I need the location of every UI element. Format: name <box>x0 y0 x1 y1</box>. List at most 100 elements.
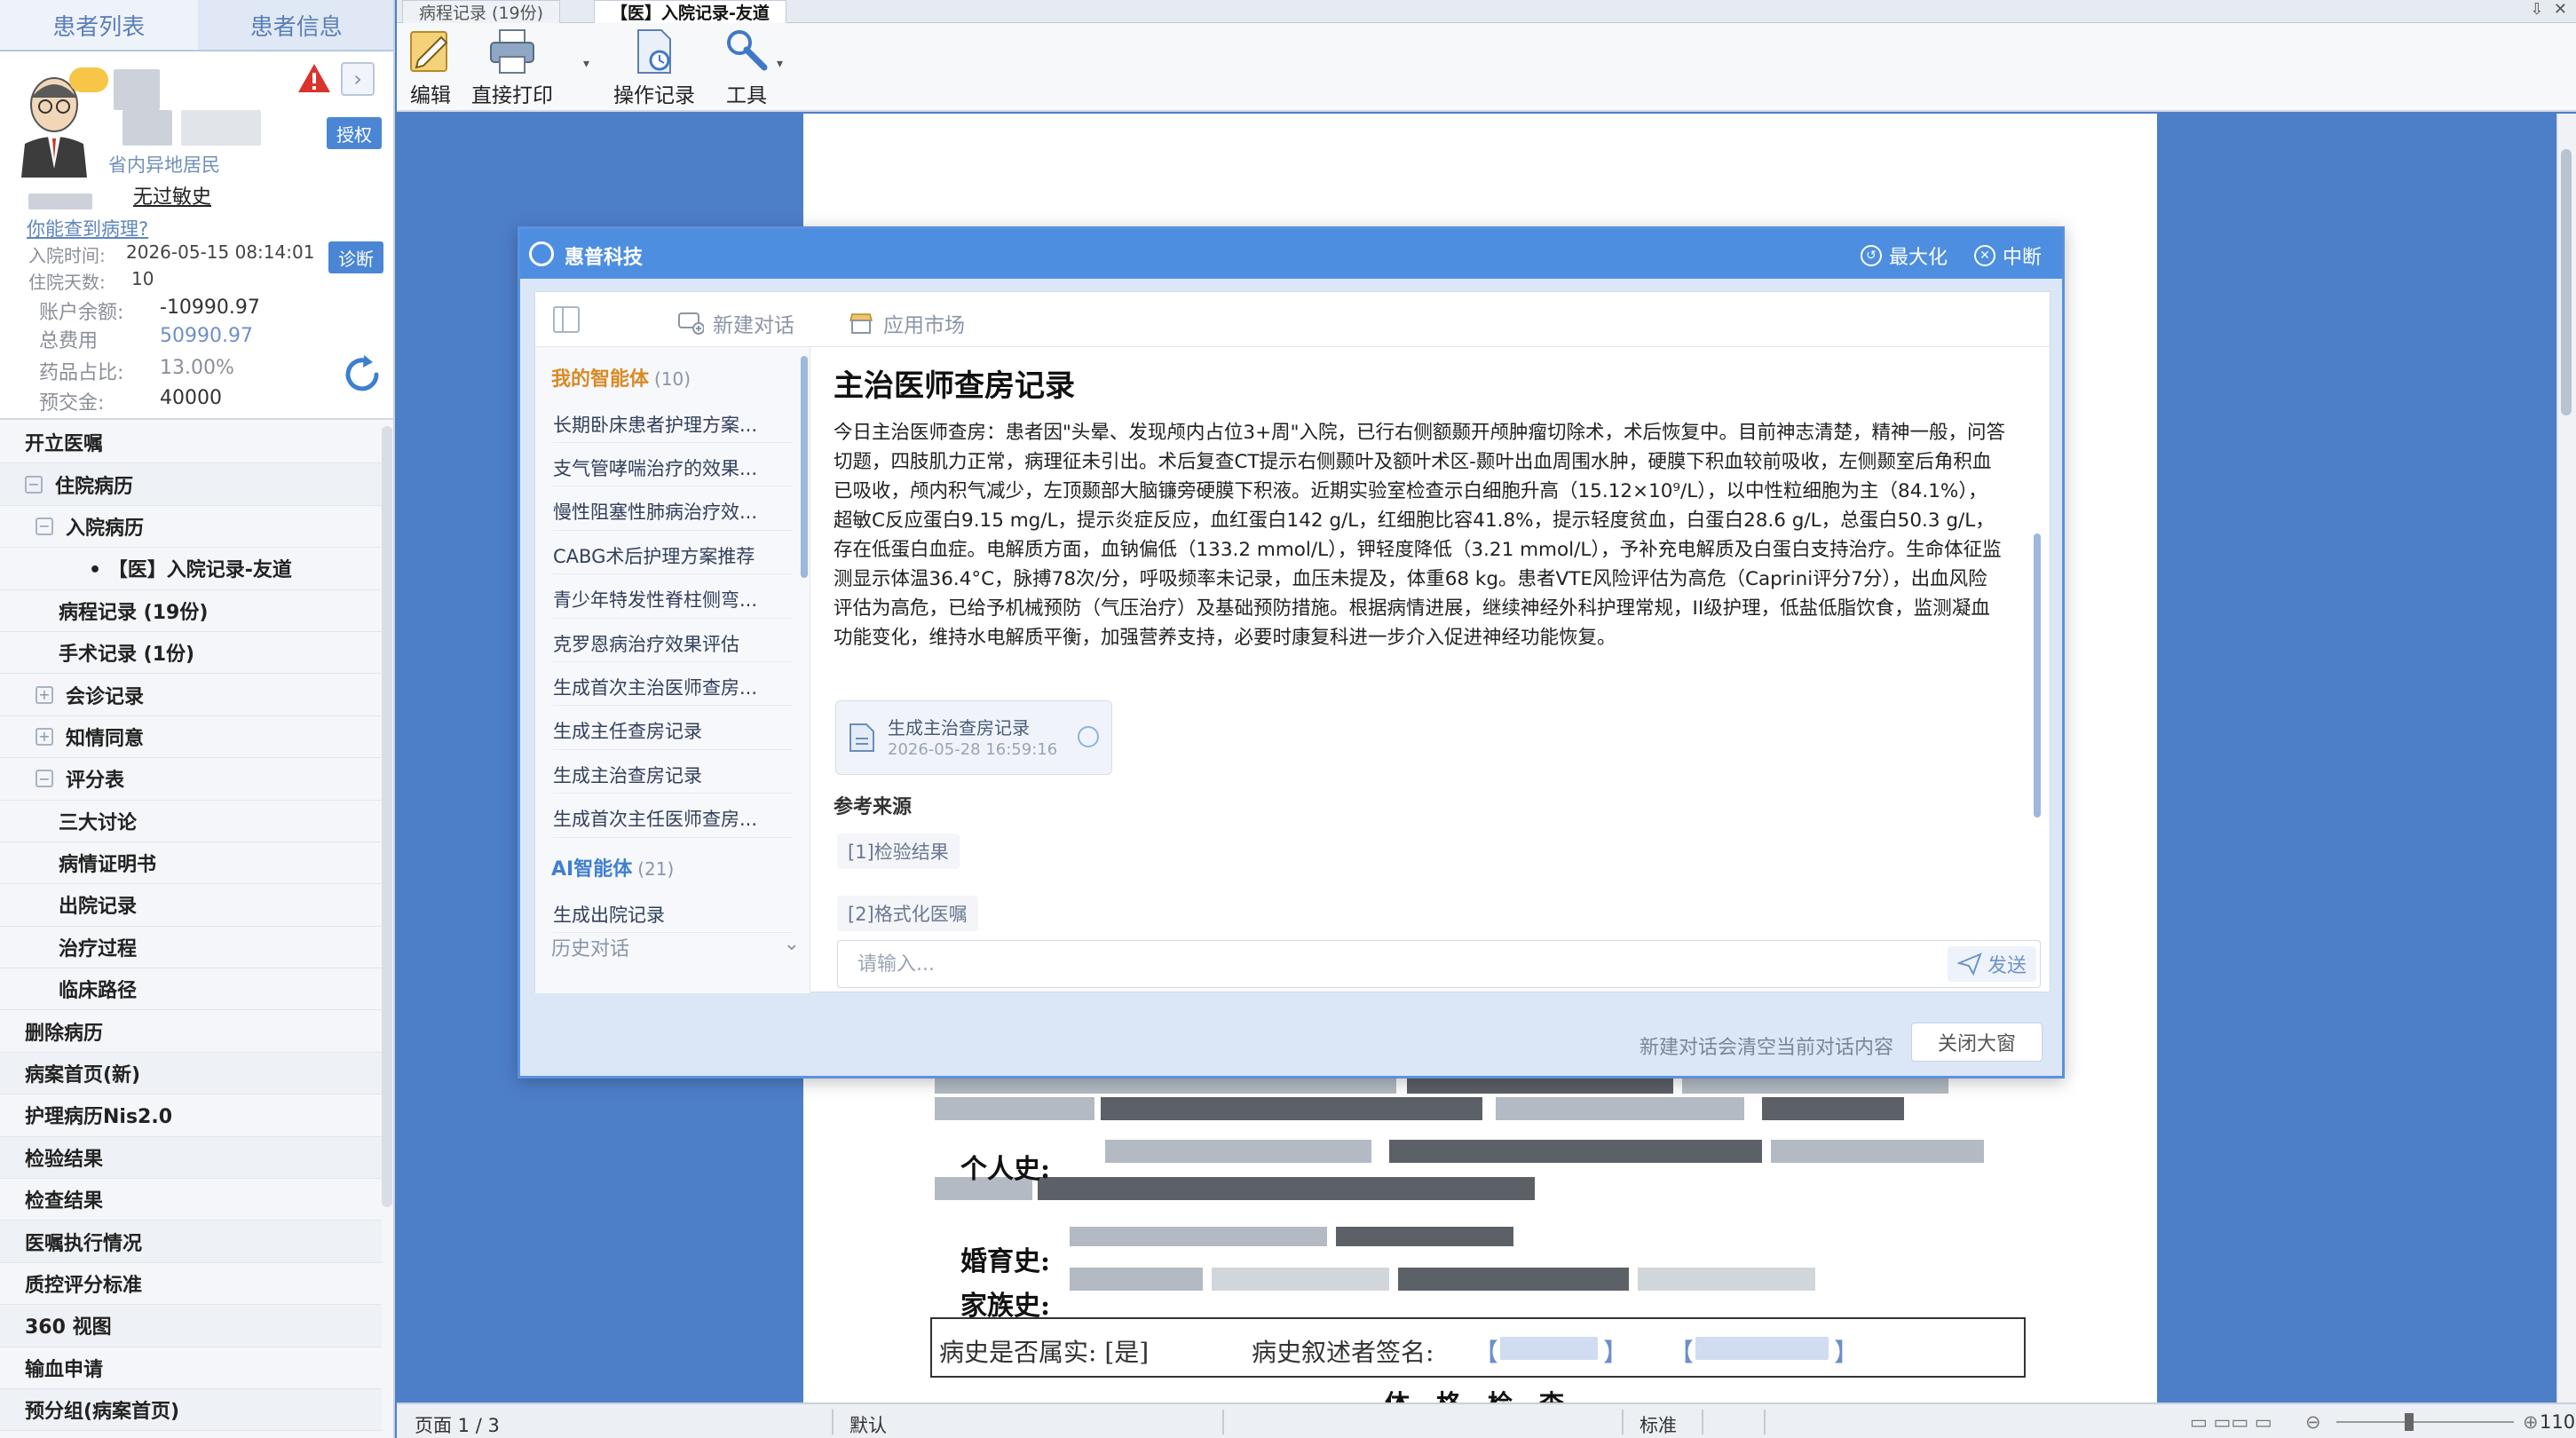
sidebar-nav-item[interactable]: 开立医嘱 <box>0 422 382 464</box>
balance-label: 账户余额: <box>39 302 124 324</box>
diagnosis-button[interactable]: 诊断 <box>328 241 383 273</box>
sidebar-nav-item[interactable]: 病程记录 (19份) <box>0 590 382 632</box>
agent-list-item[interactable]: 生成主治查房记录 <box>553 756 793 794</box>
agent-list-item[interactable]: 青少年特发性脊柱侧弯... <box>553 581 793 619</box>
tab-progress-notes[interactable]: 病程记录 (19份) <box>402 0 561 23</box>
tools-dropdown-icon[interactable]: ▾ <box>777 57 783 71</box>
agent-list-item[interactable]: 生成首次主任医师查房... <box>553 801 793 838</box>
sidebar-nav-item[interactable]: 质控评分标准 <box>0 1262 382 1306</box>
sidebar-nav-item[interactable]: − 住院病历 <box>0 463 382 506</box>
sidebar-nav-item[interactable]: 360 视图 <box>0 1305 382 1347</box>
zoom-slider[interactable] <box>2336 1421 2514 1423</box>
reference-item-lab[interactable]: [1]检验结果 <box>837 834 960 869</box>
expand-icon[interactable]: + <box>36 727 53 746</box>
allergy-status[interactable]: 无过敏史 <box>133 181 211 209</box>
maximize-button[interactable]: ↺ 最大化 <box>1861 241 1948 270</box>
sidebar-nav-item[interactable]: 护理病历Nis2.0 <box>0 1094 382 1137</box>
collapse-icon[interactable]: − <box>25 475 43 494</box>
sidebar-nav-item[interactable]: 病情证明书 <box>0 842 382 885</box>
tab-patient-list[interactable]: 患者列表 <box>0 0 198 50</box>
dialog-title-bar[interactable]: 惠普科技 ↺ 最大化 ✕ 中断 <box>520 229 2062 279</box>
collapse-icon[interactable]: − <box>36 517 53 535</box>
sidebar-nav-label: 临床路径 <box>59 980 138 1003</box>
reference-item-orders[interactable]: [2]格式化医嘱 <box>837 896 978 931</box>
file-action-icon[interactable] <box>1078 726 1099 747</box>
new-chat-button[interactable]: 新建对话 <box>677 308 794 338</box>
sidebar-toggle-icon[interactable] <box>553 306 580 333</box>
close-large-window-button[interactable]: 关闭大窗 <box>1911 1023 2043 1062</box>
sidebar-nav-item[interactable]: 预分组(病案首页) <box>0 1388 382 1432</box>
agent-list-item[interactable]: 慢性阻塞性肺病治疗效... <box>553 494 793 531</box>
divider <box>1702 1410 1703 1434</box>
sign-time-open[interactable]: 【 <box>1669 1333 1694 1369</box>
dialog-close-button[interactable]: ✕ 中断 <box>1974 241 2042 270</box>
sidebar-nav-item[interactable]: 检查结果 <box>0 1179 382 1221</box>
zoom-out-icon[interactable]: ⊖ <box>2305 1411 2321 1433</box>
agent-list-item[interactable]: CABG术后护理方案推荐 <box>553 537 793 575</box>
history-dropdown[interactable]: 历史对话 ⌄ <box>551 933 800 961</box>
divider <box>1622 1410 1624 1434</box>
sidebar-nav-item[interactable]: 医嘱执行情况 <box>0 1221 382 1263</box>
sidebar-nav-item[interactable]: 检验结果 <box>0 1136 382 1180</box>
sidebar-nav-item[interactable]: 病案首页(新) <box>0 1052 382 1095</box>
print-dropdown-icon[interactable]: ▾ <box>583 57 589 71</box>
sidebar-nav-item[interactable]: 临床路径 <box>0 968 382 1011</box>
print-button[interactable]: 直接打印 <box>471 27 553 108</box>
sidebar-nav-item[interactable]: − 评分表 <box>0 758 382 801</box>
agent-list-item[interactable]: 生成出院记录 <box>553 896 793 933</box>
pin-icon[interactable]: ⇩ <box>2530 0 2543 19</box>
sidebar-nav-label: 住院病历 <box>55 475 134 498</box>
agent-list-item[interactable]: 支气管哮喘治疗的效果... <box>553 449 793 487</box>
app-market-button[interactable]: 应用市场 <box>848 308 965 338</box>
ai-agents-title[interactable]: AI智能体 (21) <box>551 853 674 881</box>
sidebar-nav-item[interactable]: 输血申请 <box>0 1347 382 1389</box>
sidebar-scrollbar[interactable] <box>382 426 392 1207</box>
send-button[interactable]: 发送 <box>1948 946 2036 982</box>
document-scroll-thumb[interactable] <box>2561 149 2572 415</box>
sidebar-nav-item[interactable]: + 知情同意 <box>0 716 382 759</box>
close-icon[interactable]: ✕ <box>2554 0 2567 19</box>
divider <box>832 1410 834 1434</box>
agent-list-item[interactable]: 生成主任查房记录 <box>553 713 793 750</box>
pathology-link[interactable]: 你能查到病理? <box>27 215 148 241</box>
sidebar-nav-item[interactable]: 出院记录 <box>0 884 382 927</box>
agent-list-item[interactable]: 克罗恩病治疗效果评估 <box>553 625 793 662</box>
document-scrollbar[interactable] <box>2556 114 2576 1402</box>
tab-admission-record[interactable]: 【医】入院记录-友道 <box>594 0 786 23</box>
expand-icon[interactable]: + <box>36 685 53 704</box>
agent-list-item[interactable]: 生成首次主治医师查房... <box>553 668 793 707</box>
sidebar-nav-item[interactable]: 三大讨论 <box>0 801 382 842</box>
agent-list-item[interactable]: 长期卧床患者护理方案... <box>553 406 793 443</box>
chat-scrollbar[interactable] <box>2034 533 2041 818</box>
my-agents-title[interactable]: 我的智能体 (10) <box>551 363 691 391</box>
sidebar-nav-item[interactable]: 治疗过程 <box>0 927 382 969</box>
tab-patient-info[interactable]: 患者信息 <box>198 0 394 50</box>
warning-icon[interactable] <box>296 62 332 94</box>
edit-button[interactable]: 编辑 <box>406 27 455 108</box>
sign-time-field[interactable] <box>1695 1337 1829 1360</box>
total-cost-value[interactable]: 50990.97 <box>160 325 253 347</box>
tools-button[interactable]: 工具 <box>722 27 771 108</box>
blurred-text <box>1070 1268 1203 1291</box>
generated-file-card[interactable]: 生成主治查房记录 2026-05-28 16:59:16 <box>835 700 1112 775</box>
agent-list-scrollbar[interactable] <box>801 356 808 578</box>
sidebar-nav-label: 手术记录 (1份) <box>59 644 195 667</box>
chat-input[interactable] <box>838 941 1965 987</box>
sidebar-nav-item[interactable]: • 【医】入院记录-友道 <box>0 548 382 590</box>
drug-ratio-value: 13.00% <box>160 357 234 379</box>
signature-field-open[interactable]: 【 <box>1474 1333 1498 1369</box>
operation-log-button[interactable]: 操作记录 <box>613 27 695 108</box>
sidebar-nav-item[interactable]: 删除病历 <box>0 1010 382 1053</box>
expand-button[interactable]: › <box>341 62 375 96</box>
sidebar-nav-item[interactable]: + 会诊记录 <box>0 674 382 716</box>
signature-field[interactable] <box>1500 1337 1598 1360</box>
sidebar-nav-item[interactable]: 手术记录 (1份) <box>0 632 382 675</box>
view-mode-icons[interactable]: ▭ ▭▭ ▭ <box>2190 1411 2272 1433</box>
sidebar-nav-item[interactable]: − 入院病历 <box>0 506 382 549</box>
edit-icon <box>410 31 448 72</box>
zoom-slider-handle[interactable] <box>2405 1413 2414 1431</box>
authorize-button[interactable]: 授权 <box>327 117 382 149</box>
collapse-icon[interactable]: − <box>36 770 53 788</box>
refresh-icon[interactable] <box>341 353 383 396</box>
zoom-in-icon[interactable]: ⊕ <box>2523 1411 2539 1433</box>
